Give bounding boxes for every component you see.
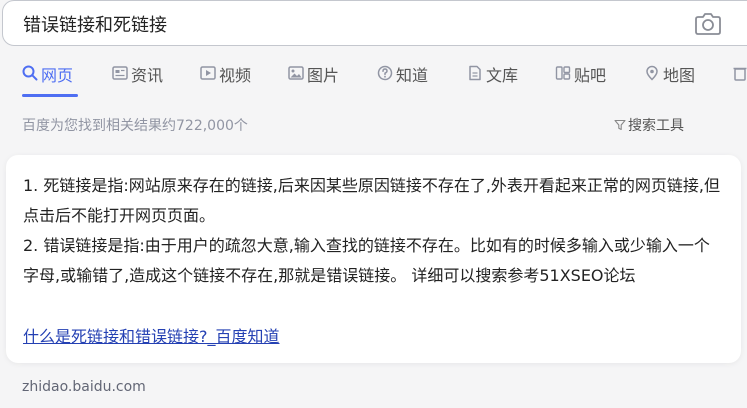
tab-label: 文库	[486, 66, 519, 85]
filter-icon	[614, 119, 626, 131]
tab-label: 视频	[219, 66, 252, 85]
tab-label: 知道	[396, 66, 429, 85]
document-icon	[469, 65, 481, 81]
tab-label: 地图	[663, 66, 696, 85]
answer-card: 1. 死链接是指:网站原来存在的链接,后来因某些原因链接不存在了,外表开看起来正…	[6, 155, 741, 363]
search-input[interactable]	[23, 11, 663, 37]
answer-paragraph-2: 2. 错误链接是指:由于用户的疏忽大意,输入查找的链接不存在。比如有的时候多输入…	[23, 236, 710, 285]
tab-label: 图片	[307, 66, 340, 85]
search-tools-label: 搜索工具	[628, 118, 684, 134]
result-count: 百度为您找到相关结果约722,000个	[22, 118, 248, 134]
tab-label: 贴吧	[574, 66, 607, 85]
tab-label: 资讯	[131, 66, 164, 85]
play-icon	[200, 66, 216, 80]
search-tools-button[interactable]: 搜索工具	[614, 115, 684, 135]
newspaper-icon	[112, 66, 128, 80]
tab-more[interactable]	[732, 62, 747, 96]
tab-tieba[interactable]: 贴吧	[555, 62, 606, 96]
tab-zhidao[interactable]: 知道	[377, 62, 428, 96]
forum-icon	[555, 66, 571, 80]
question-icon	[377, 65, 393, 81]
tab-image[interactable]: 图片	[288, 62, 339, 96]
active-tab-indicator	[22, 94, 78, 97]
search-tabs: 网页 资讯 视频 图片 知道 文库 贴吧 地图	[0, 56, 747, 98]
tab-label: 网页	[41, 66, 74, 85]
answer-paragraph-1: 1. 死链接是指:网站原来存在的链接,后来因某些原因链接不存在了,外表开看起来正…	[23, 176, 721, 225]
trash-icon	[733, 67, 747, 81]
camera-icon[interactable]	[695, 12, 721, 36]
map-icon	[646, 65, 658, 81]
tab-map[interactable]: 地图	[644, 62, 695, 96]
source-domain: zhidao.baidu.com	[22, 379, 146, 395]
answer-source-link[interactable]: 什么是死链接和错误链接?_百度知道	[23, 323, 280, 347]
tab-wenku[interactable]: 文库	[467, 62, 518, 96]
search-box[interactable]	[2, 0, 747, 46]
search-icon	[22, 65, 38, 81]
tab-news[interactable]: 资讯	[112, 62, 163, 96]
tab-video[interactable]: 视频	[200, 62, 251, 96]
tab-webpage[interactable]: 网页	[22, 62, 73, 96]
image-icon	[288, 66, 304, 80]
